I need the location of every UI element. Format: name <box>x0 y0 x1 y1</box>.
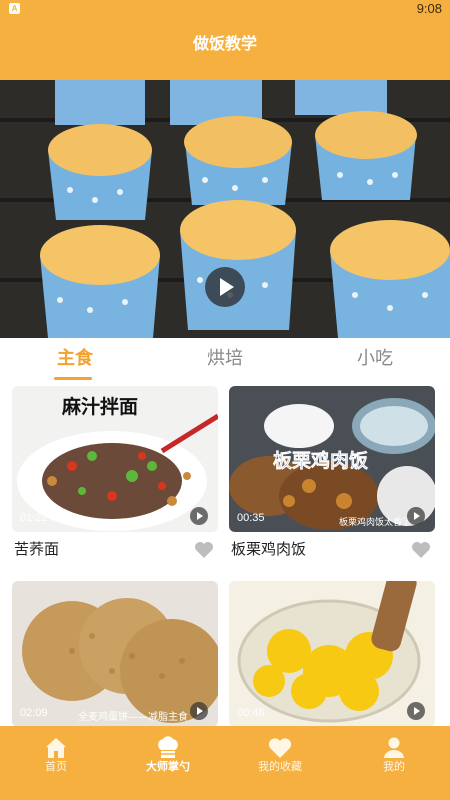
tab-snacks[interactable]: 小吃 <box>300 338 450 382</box>
page-title: 做饭教学 <box>192 34 257 53</box>
tab-indicator <box>54 377 92 380</box>
status-bar: A 9:08 <box>0 0 450 18</box>
nav-favorites[interactable]: 我的收藏 <box>224 726 336 800</box>
video-duration: 01:22 <box>20 512 48 524</box>
video-title: 板栗鸡肉饭 <box>231 540 307 558</box>
nav-label: 我的 <box>383 760 405 773</box>
user-icon <box>384 737 404 758</box>
play-icon[interactable] <box>190 507 208 525</box>
play-icon[interactable] <box>205 267 245 307</box>
chef-hat-icon <box>158 736 178 758</box>
play-icon[interactable] <box>190 702 208 720</box>
nav-label: 大师掌勺 <box>146 760 190 773</box>
nav-profile[interactable]: 我的 <box>338 726 450 800</box>
video-thumbnail[interactable]: 麻汁拌面 01:22 <box>12 386 218 532</box>
thumbnail-title: 板栗鸡肉饭 <box>273 450 369 473</box>
play-icon[interactable] <box>407 702 425 720</box>
nav-home[interactable]: 首页 <box>0 726 112 800</box>
heart-icon[interactable] <box>194 541 214 559</box>
video-title: 苦荞面 <box>14 540 60 558</box>
video-thumbnail[interactable]: 02:09 全麦鸡蛋饼——减脂主食 <box>12 581 218 727</box>
play-icon[interactable] <box>407 507 425 525</box>
heart-icon <box>268 738 292 758</box>
thumbnail-title: 麻汁拌面 <box>62 396 139 418</box>
video-thumbnail[interactable]: 板栗鸡肉饭 00:35 板栗鸡肉饭太香了 <box>229 386 435 532</box>
video-duration: 00:35 <box>237 512 265 524</box>
nav-master-chef[interactable]: 大师掌勺 <box>112 726 224 800</box>
heart-icon[interactable] <box>411 541 431 559</box>
video-duration: 02:09 <box>20 707 48 719</box>
nav-label: 首页 <box>45 760 67 773</box>
video-duration: 00:48 <box>237 707 265 719</box>
nav-label: 我的收藏 <box>258 760 302 773</box>
notification-icon: A <box>9 3 20 14</box>
home-icon <box>46 738 66 758</box>
video-thumbnail[interactable]: 00:48 <box>229 581 435 727</box>
tab-staple[interactable]: 主食 <box>0 338 150 382</box>
video-caption: 板栗鸡肉饭太香了 <box>338 518 411 528</box>
video-caption: 全麦鸡蛋饼——减脂主食 <box>78 712 188 723</box>
tab-baking[interactable]: 烘培 <box>150 338 300 382</box>
bottom-nav: 首页 大师掌勺 我的收藏 我的 <box>0 726 450 800</box>
featured-video[interactable] <box>0 80 450 338</box>
category-tabs: 主食 烘培 小吃 <box>0 338 450 382</box>
status-time: 9:08 <box>416 1 442 16</box>
app-header: 做饭教学 <box>0 18 450 80</box>
